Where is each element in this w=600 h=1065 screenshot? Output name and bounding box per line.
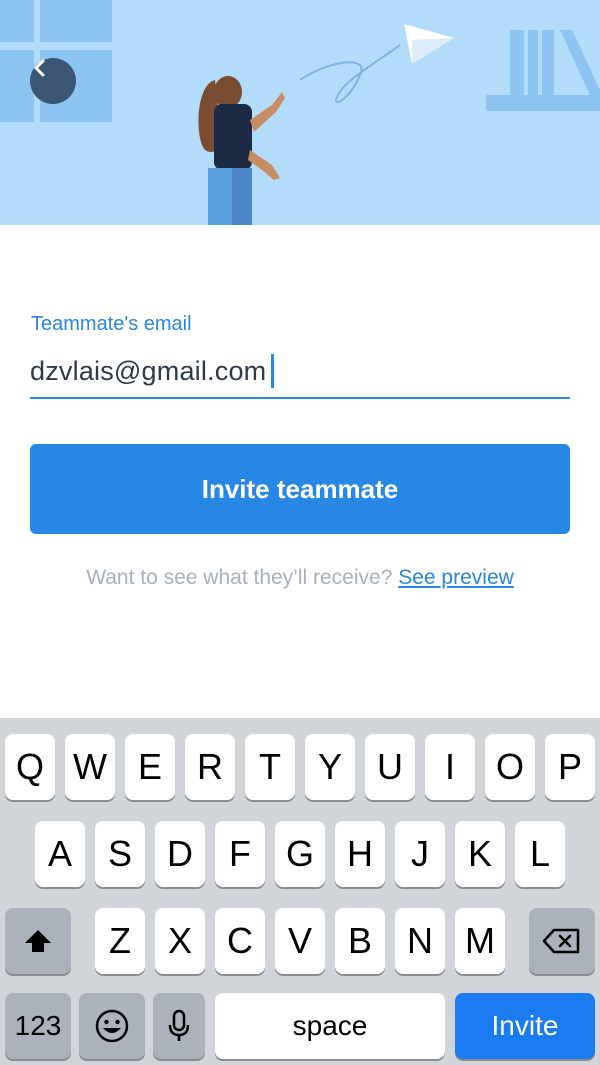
email-input-value[interactable]: dzvlais@gmail.com [30, 356, 266, 387]
key-p[interactable]: P [545, 734, 595, 800]
ios-keyboard: QWERTYUIOP ASDFGHJKL ZXCVBNM 123 space I… [0, 718, 600, 1065]
key-q[interactable]: Q [5, 734, 55, 800]
email-field-label: Teammate's email [31, 313, 192, 335]
text-cursor [271, 354, 275, 388]
emoji-key[interactable] [79, 993, 145, 1059]
hero-illustration [0, 0, 600, 225]
key-t[interactable]: T [245, 734, 295, 800]
microphone-icon [168, 1009, 190, 1041]
key-j[interactable]: J [395, 821, 445, 887]
delete-key[interactable] [529, 908, 595, 974]
key-i[interactable]: I [425, 734, 475, 800]
key-d[interactable]: D [155, 821, 205, 887]
shift-arrow-icon [25, 930, 51, 952]
key-g[interactable]: G [275, 821, 325, 887]
chevron-left-icon [34, 59, 45, 77]
key-y[interactable]: Y [305, 734, 355, 800]
key-w[interactable]: W [65, 734, 115, 800]
woman-paper-plane-illustration [0, 0, 600, 225]
preview-text: Want to see what they’ll receive? [86, 566, 393, 589]
backspace-icon [542, 928, 580, 954]
shift-key[interactable] [5, 908, 71, 974]
key-h[interactable]: H [335, 821, 385, 887]
key-r[interactable]: R [185, 734, 235, 800]
key-u[interactable]: U [365, 734, 415, 800]
numbers-key[interactable]: 123 [5, 993, 71, 1059]
key-x[interactable]: X [155, 908, 205, 974]
invite-teammate-button[interactable]: Invite teammate [30, 444, 570, 534]
key-v[interactable]: V [275, 908, 325, 974]
see-preview-link[interactable]: See preview [398, 566, 514, 589]
key-l[interactable]: L [515, 821, 565, 887]
key-k[interactable]: K [455, 821, 505, 887]
invite-teammate-screen: Teammate's email dzvlais@gmail.com Invit… [0, 0, 600, 1065]
dictation-key[interactable] [153, 993, 205, 1059]
invite-return-key[interactable]: Invite [455, 993, 595, 1059]
key-s[interactable]: S [95, 821, 145, 887]
emoji-icon [95, 1009, 129, 1043]
key-n[interactable]: N [395, 908, 445, 974]
email-field[interactable]: dzvlais@gmail.com [30, 345, 570, 399]
back-button[interactable] [30, 58, 76, 104]
key-z[interactable]: Z [95, 908, 145, 974]
preview-prompt: Want to see what they’ll receive? See pr… [0, 566, 600, 590]
key-e[interactable]: E [125, 734, 175, 800]
key-o[interactable]: O [485, 734, 535, 800]
key-a[interactable]: A [35, 821, 85, 887]
key-b[interactable]: B [335, 908, 385, 974]
space-key[interactable]: space [215, 993, 445, 1059]
key-f[interactable]: F [215, 821, 265, 887]
key-c[interactable]: C [215, 908, 265, 974]
key-m[interactable]: M [455, 908, 505, 974]
